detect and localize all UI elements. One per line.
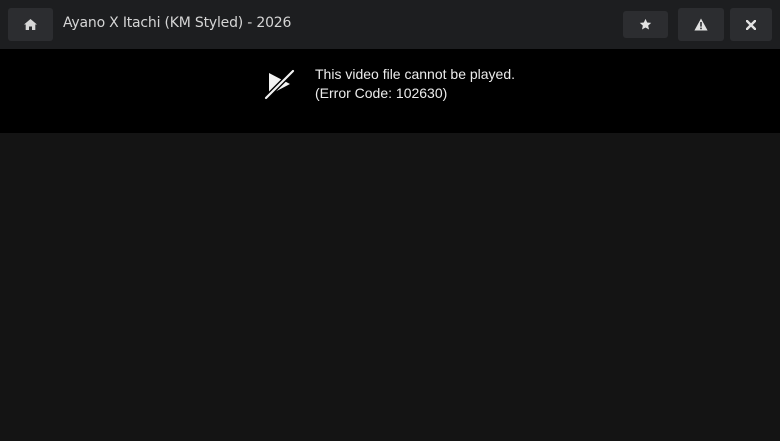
home-icon — [24, 19, 37, 30]
error-message-block: This video file cannot be played. (Error… — [315, 65, 515, 103]
error-message: This video file cannot be played. — [315, 66, 516, 82]
video-player[interactable]: This video file cannot be played. (Error… — [0, 49, 780, 133]
home-button[interactable] — [8, 8, 53, 41]
close-icon — [746, 19, 756, 30]
warning-icon — [694, 18, 708, 31]
top-bar: Ayano X Itachi (KM Styled) - 2026 — [0, 0, 780, 49]
close-button[interactable] — [730, 8, 772, 41]
star-icon — [639, 18, 652, 31]
page-title: Ayano X Itachi (KM Styled) - 2026 — [63, 15, 292, 31]
error-code: (Error Code: 102630) — [315, 85, 448, 101]
favorite-button[interactable] — [623, 11, 668, 38]
video-unavailable-icon — [263, 67, 297, 101]
page-content-area — [0, 133, 780, 441]
report-button[interactable] — [678, 8, 724, 41]
